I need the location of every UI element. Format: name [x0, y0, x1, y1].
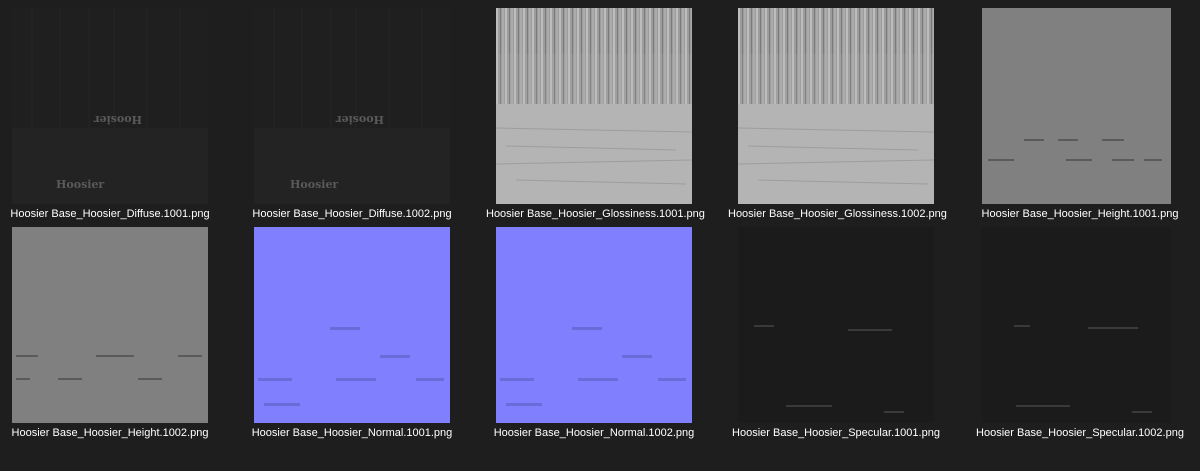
file-tile-normal-1001[interactable]: Hoosier Base_Hoosier_Normal.1001.png	[252, 0, 474, 445]
file-name: Hoosier Base_Hoosier_Specular.1002.png	[976, 427, 1184, 439]
file-tile-specular-1002[interactable]: Hoosier Base_Hoosier_Specular.1002.png	[976, 0, 1200, 445]
file-name: Hoosier Base_Hoosier_Specular.1001.png	[732, 427, 940, 439]
file-tile-specular-1001[interactable]: Hoosier Base_Hoosier_Specular.1001.png	[732, 0, 958, 445]
file-browser: Hoosier Hoosier Hoosier Base_Hoosier_Dif…	[0, 0, 1200, 471]
thumbnail-normal-1001[interactable]	[254, 227, 450, 423]
height-texture-image	[12, 227, 208, 423]
file-name: Hoosier Base_Hoosier_Height.1002.png	[11, 427, 209, 439]
file-tile-height-1002[interactable]: Hoosier Base_Hoosier_Height.1002.png	[12, 0, 232, 445]
file-tile-normal-1002[interactable]: Hoosier Base_Hoosier_Normal.1002.png	[494, 0, 716, 445]
file-name: Hoosier Base_Hoosier_Normal.1001.png	[251, 427, 453, 439]
thumbnail-height-1002[interactable]	[12, 227, 208, 423]
normal-texture-image	[496, 227, 692, 423]
specular-texture-image	[738, 227, 934, 423]
file-name: Hoosier Base_Hoosier_Normal.1002.png	[493, 427, 695, 439]
specular-texture-image	[982, 227, 1171, 423]
thumbnail-specular-1002[interactable]	[982, 227, 1171, 423]
normal-texture-image	[254, 227, 450, 423]
thumbnail-specular-1001[interactable]	[738, 227, 934, 423]
thumbnail-normal-1002[interactable]	[496, 227, 692, 423]
